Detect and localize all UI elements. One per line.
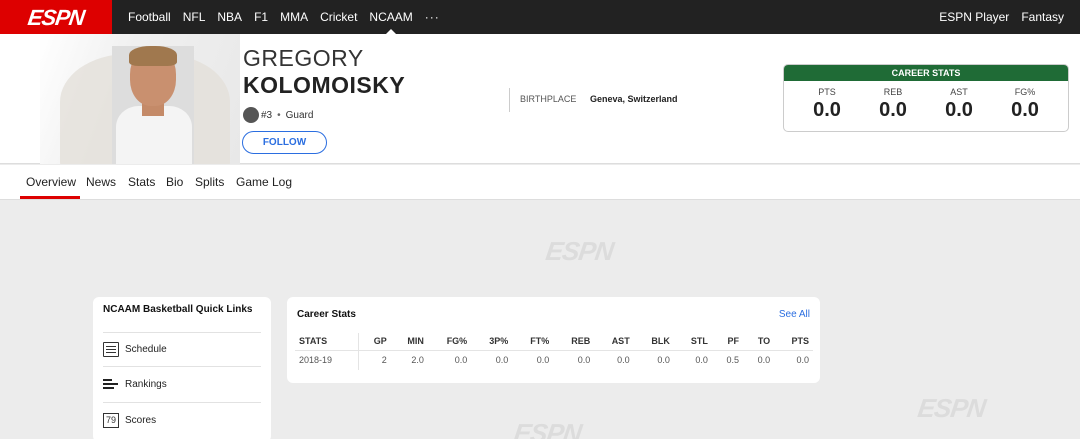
summary-stat-label: FG% — [1014, 87, 1036, 97]
top-nav: ESPN Football NFL NBA F1 MMA Cricket NCA… — [0, 0, 1080, 34]
espn-watermark: ESPN — [543, 236, 615, 266]
nav-espn-player[interactable]: ESPN Player — [939, 10, 1009, 24]
nav-item-cricket[interactable]: Cricket — [320, 0, 357, 34]
table-cell: 0.0 — [536, 355, 550, 366]
active-tab-indicator — [20, 196, 80, 199]
quick-link-rankings[interactable]: Rankings — [103, 377, 167, 392]
tab-news[interactable]: News — [86, 175, 116, 189]
career-stats-summary-title: CAREER STATS — [784, 65, 1068, 81]
espn-logo-text: ESPN — [26, 5, 86, 30]
table-cell: 0.0 — [454, 355, 468, 366]
column-header: STL — [673, 333, 712, 351]
jersey-number: #3 — [261, 109, 273, 121]
column-header: AST — [594, 333, 634, 351]
nav-fantasy[interactable]: Fantasy — [1021, 10, 1064, 24]
column-header: FT% — [512, 333, 554, 351]
table-cell: 0.0 — [577, 355, 591, 366]
nav-right: ESPN Player Fantasy — [927, 0, 1064, 34]
tab-game-log[interactable]: Game Log — [236, 175, 292, 189]
player-position: Guard — [285, 109, 314, 121]
espn-logo[interactable]: ESPN — [0, 0, 112, 34]
quick-link-label: Rankings — [125, 379, 167, 390]
career-stats-card: Career Stats See All STATS GP MIN FG% 3P… — [287, 297, 820, 383]
tab-overview[interactable]: Overview — [26, 175, 76, 189]
summary-stat-value: 0.0 — [879, 99, 907, 121]
table-cell: 0.5 — [726, 355, 740, 366]
column-header: MIN — [390, 333, 428, 351]
column-header: GP — [358, 333, 391, 351]
nav-item-mma[interactable]: MMA — [280, 0, 308, 34]
birthplace-value: Geneva, Switzerland — [590, 94, 678, 104]
table-cell: 2 — [381, 355, 387, 366]
more-icon[interactable]: ··· — [425, 0, 440, 34]
summary-stat-fg: FG% 0.0 — [995, 81, 1055, 122]
see-all-link[interactable]: See All — [779, 309, 810, 320]
divider — [103, 332, 261, 333]
column-header: REB — [553, 333, 595, 351]
nav-item-football[interactable]: Football — [128, 0, 171, 34]
tab-splits[interactable]: Splits — [195, 175, 224, 189]
nav-item-nfl[interactable]: NFL — [183, 0, 206, 34]
career-stats-summary: CAREER STATS PTS 0.0 REB 0.0 AST 0.0 FG%… — [783, 64, 1069, 132]
espn-watermark: ESPN — [511, 418, 583, 439]
birthplace-label: BIRTHPLACE — [520, 94, 577, 104]
table-cell: 0.0 — [757, 355, 771, 366]
column-header: TO — [743, 333, 775, 351]
rankings-icon — [103, 377, 119, 392]
tab-stats[interactable]: Stats — [128, 175, 155, 189]
table-cell: 0.0 — [617, 355, 630, 366]
table-cell: 0.0 — [657, 355, 670, 366]
follow-button[interactable]: FOLLOW — [242, 131, 327, 154]
summary-stat-label: REB — [883, 87, 903, 97]
column-header: PTS — [774, 333, 813, 351]
column-header: 3P% — [471, 333, 513, 351]
quick-links-card: NCAAM Basketball Quick Links Schedule Ra… — [93, 297, 271, 439]
quick-link-schedule[interactable]: Schedule — [103, 342, 167, 357]
summary-stat-value: 0.0 — [945, 99, 973, 121]
quick-link-label: Schedule — [125, 344, 167, 355]
tab-bio[interactable]: Bio — [166, 175, 183, 189]
team-info: #3 • Guard — [243, 107, 313, 123]
espn-watermark: ESPN — [915, 393, 987, 423]
player-first-name: GREGORY — [243, 45, 364, 71]
summary-stat-reb: REB 0.0 — [863, 81, 923, 122]
table-cell: 0.0 — [796, 355, 809, 366]
nav-item-nba[interactable]: NBA — [217, 0, 242, 34]
column-header: PF — [711, 333, 744, 351]
quick-link-label: Scores — [125, 415, 157, 426]
summary-stat-value: 0.0 — [813, 99, 841, 121]
player-subnav: Overview News Stats Bio Splits Game Log — [0, 165, 1080, 200]
table-cell: 2018-19 — [295, 350, 359, 370]
column-header: FG% — [427, 333, 472, 351]
nav-items: Football NFL NBA F1 MMA Cricket NCAAM ··… — [128, 0, 440, 34]
career-stats-table: STATS GP MIN FG% 3P% FT% REB AST BLK STL… — [295, 333, 813, 370]
summary-stat-label: PTS — [818, 87, 836, 97]
divider — [103, 402, 261, 403]
column-header: BLK — [633, 333, 674, 351]
calendar-icon — [103, 342, 119, 357]
summary-stat-ast: AST 0.0 — [929, 81, 989, 122]
quick-links-title: NCAAM Basketball Quick Links — [103, 304, 253, 315]
summary-stat-value: 0.0 — [1011, 99, 1039, 121]
table-cell: 0.0 — [495, 355, 509, 366]
summary-stat-label: AST — [950, 87, 968, 97]
player-last-name: KOLOMOISKY — [243, 72, 406, 98]
table-cell: 2.0 — [411, 355, 424, 366]
separator: • — [277, 109, 281, 121]
nav-item-ncaam[interactable]: NCAAM — [369, 0, 413, 34]
team-logo-icon[interactable] — [243, 107, 259, 123]
quick-link-scores[interactable]: 79 Scores — [103, 413, 156, 428]
divider — [509, 88, 510, 112]
table-cell: 0.0 — [695, 355, 708, 366]
summary-stat-pts: PTS 0.0 — [797, 81, 857, 122]
career-stats-title: Career Stats — [297, 309, 356, 320]
nav-item-f1[interactable]: F1 — [254, 0, 268, 34]
table-header-row: STATS GP MIN FG% 3P% FT% REB AST BLK STL… — [295, 333, 813, 351]
column-header: STATS — [295, 333, 359, 351]
table-row: 2018-19 2 2.0 0.0 0.0 0.0 0.0 0.0 0.0 0.… — [295, 350, 813, 370]
player-headshot — [112, 46, 194, 164]
divider — [103, 366, 261, 367]
scores-icon: 79 — [103, 413, 119, 428]
